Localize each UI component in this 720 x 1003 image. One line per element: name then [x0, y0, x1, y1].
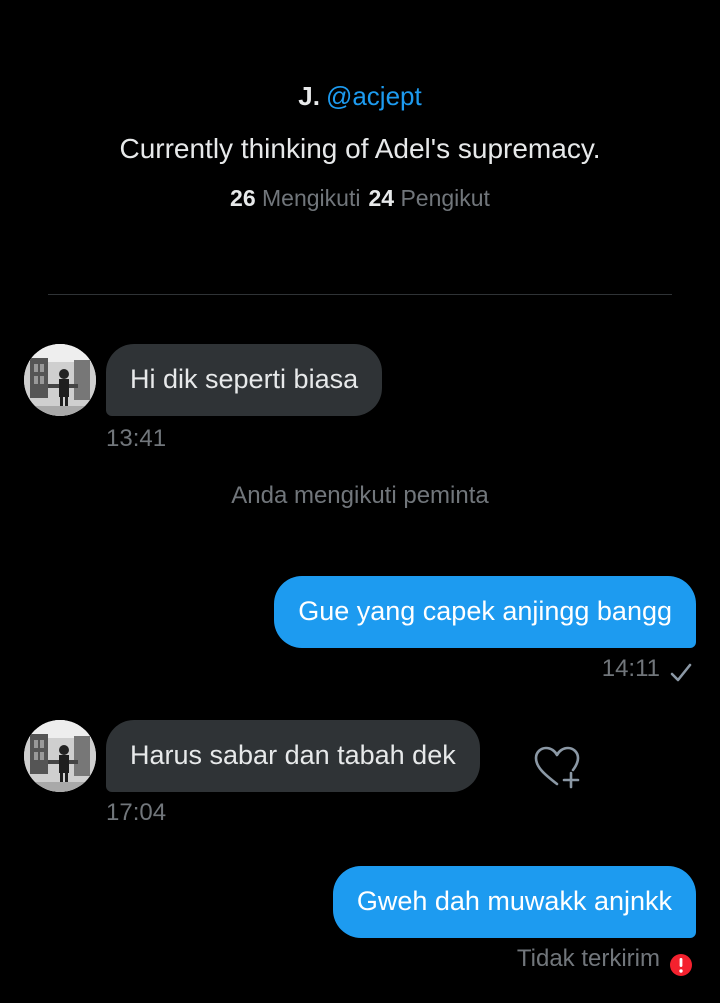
message-bubble-incoming[interactable]: Hi dik seperti biasa	[106, 344, 383, 416]
message-text: Hi dik seperti biasa	[130, 364, 359, 394]
profile-stats: 26 Mengikuti 24 Pengikut	[0, 182, 720, 214]
send-status-text[interactable]: Tidak terkirim	[517, 944, 660, 974]
check-icon	[670, 663, 692, 682]
profile-name-row[interactable]: J. @acjept	[0, 78, 720, 114]
dm-conversation-screen: J. @acjept Currently thinking of Adel's s…	[0, 0, 720, 1003]
message-timestamp: 17:04	[106, 799, 167, 826]
message-timestamp: 14:11	[601, 655, 660, 682]
following-label: Mengikuti	[262, 185, 361, 211]
avatar-photo	[24, 344, 96, 416]
message-bubble-incoming[interactable]: Harus sabar dan tabah dek	[106, 720, 480, 792]
followers-link[interactable]: 24 Pengikut	[368, 185, 490, 211]
avatar[interactable]	[24, 344, 96, 416]
message-timestamp: 13:41	[106, 425, 167, 452]
following-count: 26	[230, 185, 256, 211]
followers-count: 24	[368, 185, 395, 211]
message-bubble-outgoing[interactable]: Gweh dah muwakk anjnkk	[332, 866, 696, 938]
error-icon[interactable]	[668, 952, 694, 978]
followers-label: Pengikut	[400, 185, 490, 211]
message-text: Gue yang capek anjingg bangg	[298, 596, 672, 626]
avatar[interactable]	[24, 720, 96, 792]
following-link[interactable]: 26 Mengikuti	[230, 185, 360, 211]
message-text: Harus sabar dan tabah dek	[130, 740, 456, 770]
message-bubble-outgoing[interactable]: Gue yang capek anjingg bangg	[274, 576, 696, 648]
profile-name[interactable]: J.	[298, 81, 320, 111]
avatar-photo	[24, 720, 96, 792]
heart-add-icon[interactable]	[532, 744, 582, 790]
profile-bio: Currently thinking of Adel's supremacy.	[119, 133, 601, 164]
system-note: Anda mengikuti peminta	[231, 482, 489, 509]
message-text: Gweh dah muwakk anjnkk	[356, 886, 672, 916]
profile-handle[interactable]: @acjept	[326, 81, 422, 111]
divider	[48, 294, 672, 295]
